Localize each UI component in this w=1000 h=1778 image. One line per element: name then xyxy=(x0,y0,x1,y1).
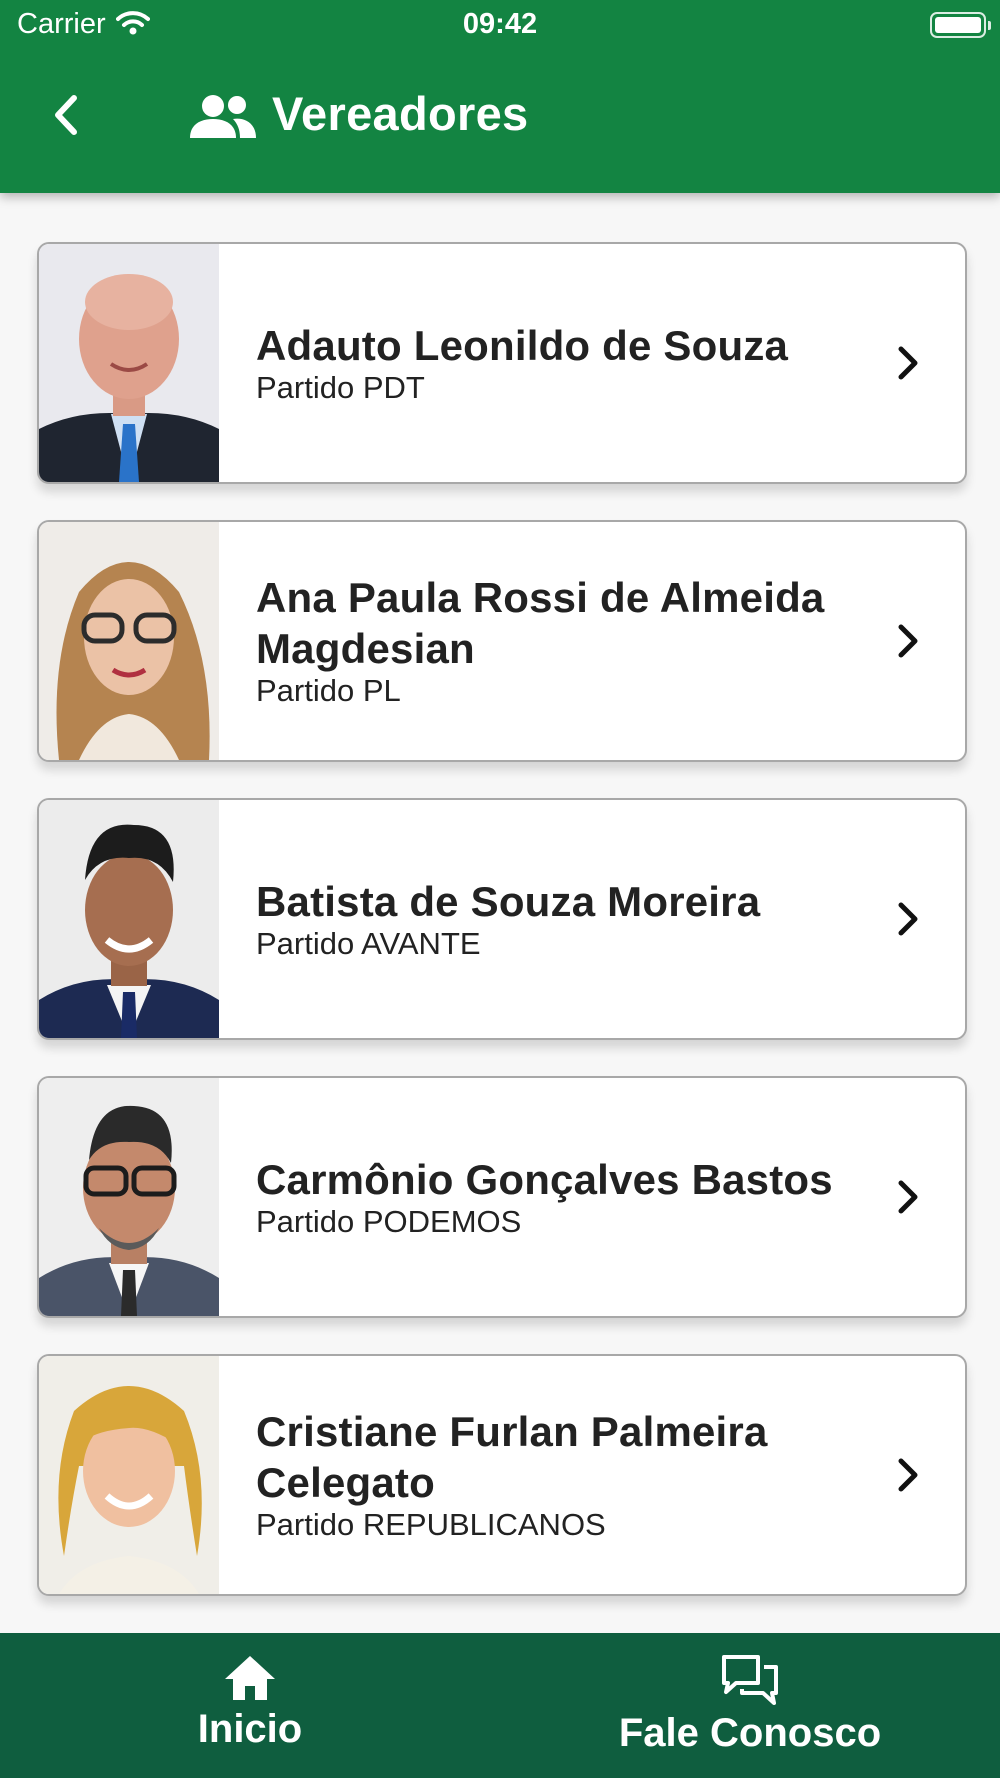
member-name: Cristiane Furlan Palmeira Celegato xyxy=(256,1408,768,1506)
council-member-card[interactable]: Ana Paula Rossi de Almeida Magdesian Par… xyxy=(37,520,967,762)
app-header: Carrier 09:42 Vereadores xyxy=(0,0,1000,193)
chevron-right-icon xyxy=(898,1180,918,1214)
member-name: Batista de Souza Moreira xyxy=(256,877,761,925)
member-photo xyxy=(39,522,219,760)
member-party: Partido AVANTE xyxy=(256,925,481,961)
battery-icon xyxy=(930,12,991,38)
member-photo xyxy=(39,244,219,482)
status-bar-time: 09:42 xyxy=(462,8,538,40)
home-icon xyxy=(225,1656,275,1700)
back-button[interactable] xyxy=(46,90,86,140)
council-members-list: Adauto Leonildo de Souza Partido PDT Ana… xyxy=(0,193,1000,1633)
tab-fale-conosco-label: Fale Conosco xyxy=(618,1711,882,1755)
people-icon xyxy=(190,95,256,138)
chevron-right-icon xyxy=(898,902,918,936)
chevron-right-icon xyxy=(898,1458,918,1492)
chat-icon xyxy=(722,1655,778,1705)
member-name: Adauto Leonildo de Souza xyxy=(256,321,789,369)
council-member-card[interactable]: Cristiane Furlan Palmeira Celegato Parti… xyxy=(37,1354,967,1596)
tab-inicio-label: Inicio xyxy=(197,1707,303,1751)
member-photo xyxy=(39,800,219,1038)
tab-inicio[interactable]: Inicio xyxy=(0,1633,500,1778)
bottom-tab-bar: Inicio Fale Conosco xyxy=(0,1633,1000,1778)
council-member-card[interactable]: Adauto Leonildo de Souza Partido PDT xyxy=(37,242,967,484)
member-party: Partido PL xyxy=(256,673,401,708)
chevron-left-icon xyxy=(55,95,77,135)
member-name: Ana Paula Rossi de Almeida Magdesian xyxy=(256,574,825,672)
council-member-card[interactable]: Carmônio Gonçalves Bastos Partido PODEMO… xyxy=(37,1076,967,1318)
member-party: Partido PODEMOS xyxy=(256,1203,522,1239)
chevron-right-icon xyxy=(898,624,918,658)
member-party: Partido REPUBLICANOS xyxy=(256,1507,606,1542)
tab-fale-conosco[interactable]: Fale Conosco xyxy=(500,1633,1000,1778)
chevron-right-icon xyxy=(898,346,918,380)
member-photo xyxy=(39,1356,219,1594)
member-party: Partido PDT xyxy=(256,369,425,405)
member-photo xyxy=(39,1078,219,1316)
page-title: Vereadores xyxy=(272,87,529,140)
member-name: Carmônio Gonçalves Bastos xyxy=(256,1155,833,1203)
council-member-card[interactable]: Batista de Souza Moreira Partido AVANTE xyxy=(37,798,967,1040)
